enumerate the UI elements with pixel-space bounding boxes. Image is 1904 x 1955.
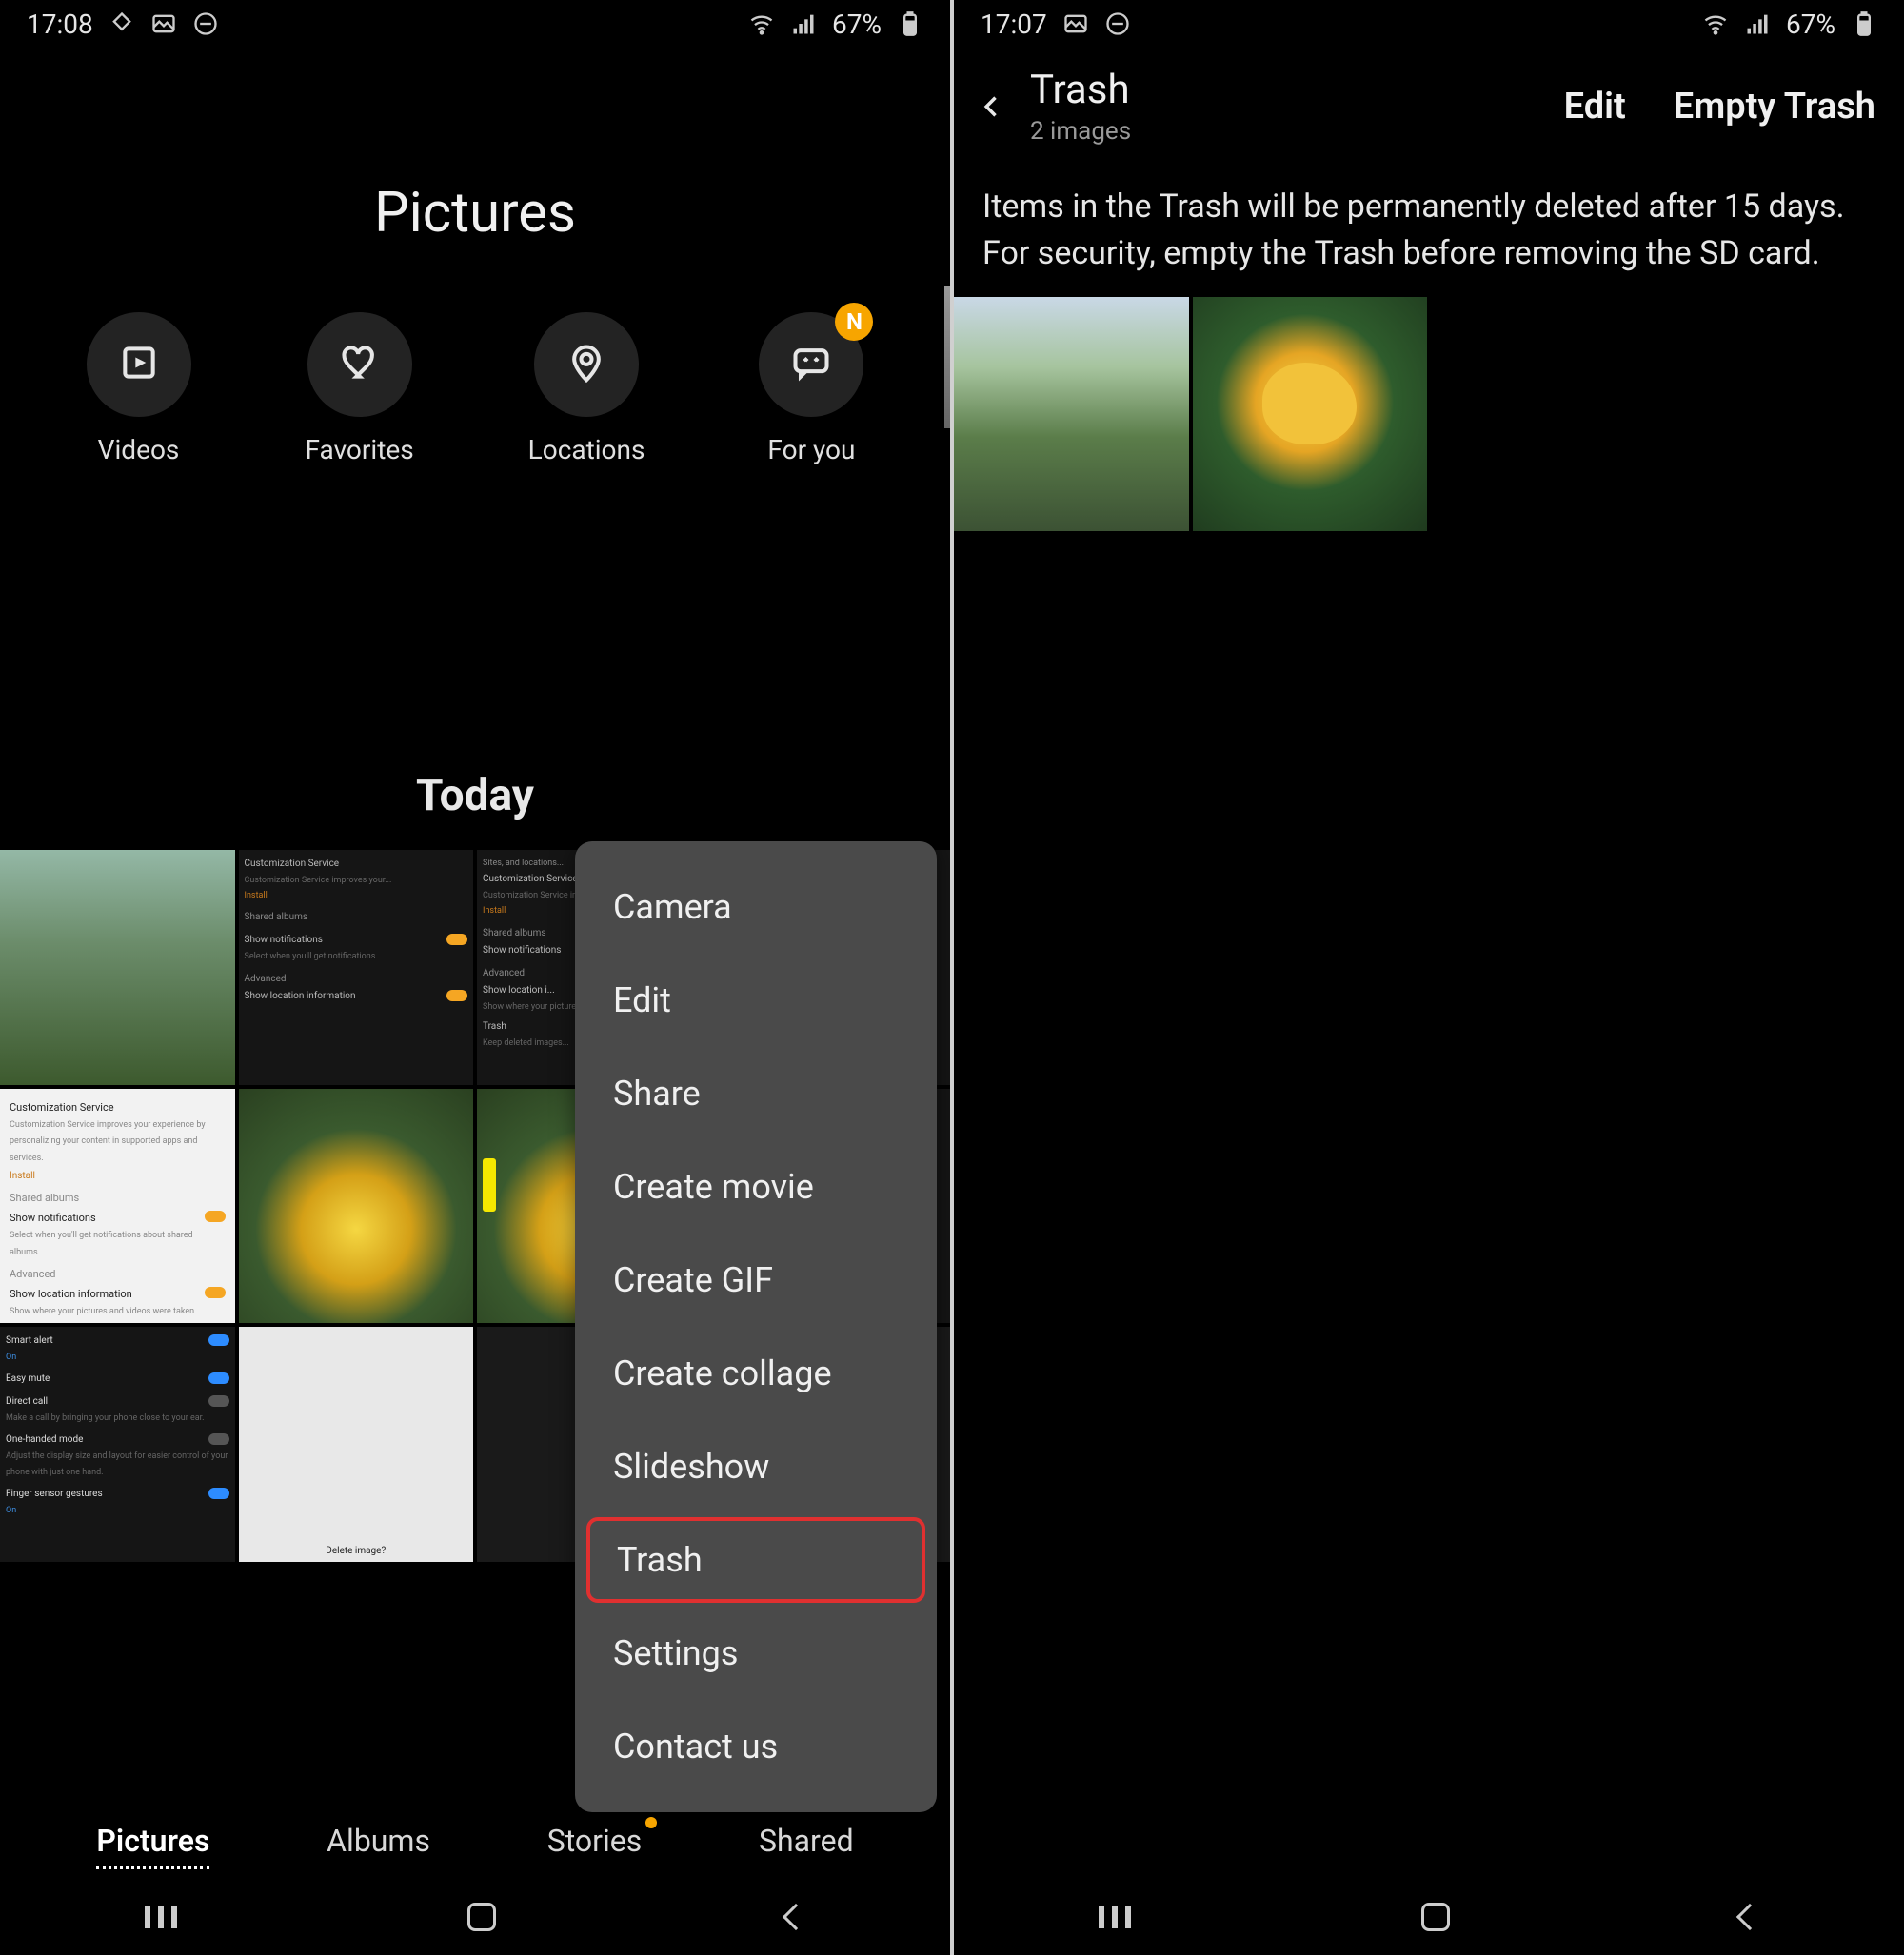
chip-locations[interactable]: Locations xyxy=(528,312,645,465)
menu-settings[interactable]: Settings xyxy=(575,1607,937,1700)
heart-icon xyxy=(339,342,381,387)
notification-dot-icon xyxy=(645,1817,657,1828)
trash-grid xyxy=(954,297,1904,532)
trash-info-text: Items in the Trash will be permanently d… xyxy=(954,155,1904,297)
system-nav-bar xyxy=(954,1879,1904,1955)
chip-favorites[interactable]: Favorites xyxy=(306,312,414,465)
clock: 17:07 xyxy=(981,9,1047,40)
edit-button[interactable]: Edit xyxy=(1564,86,1626,128)
recents-button[interactable] xyxy=(145,1906,177,1928)
trash-title: Trash xyxy=(1030,67,1131,113)
menu-share[interactable]: Share xyxy=(575,1047,937,1140)
left-screenshot: 17:08 67% Pictures xyxy=(0,0,950,1955)
play-square-icon xyxy=(118,342,160,387)
status-bar: 17:07 67% xyxy=(954,0,1904,48)
wifi-icon xyxy=(748,10,775,37)
back-button[interactable] xyxy=(782,1904,808,1930)
signal-icon xyxy=(1744,10,1771,37)
bottom-tabs: Pictures Albums Stories Shared xyxy=(0,1823,950,1869)
system-nav-bar xyxy=(0,1879,950,1955)
back-button[interactable] xyxy=(1735,1904,1762,1930)
menu-trash[interactable]: Trash xyxy=(586,1517,925,1603)
thumbnail[interactable] xyxy=(239,1089,474,1324)
right-screenshot: 17:07 67% Trash 2 image xyxy=(954,0,1904,1955)
recents-button[interactable] xyxy=(1099,1906,1131,1928)
wifi-icon xyxy=(1702,10,1729,37)
trash-thumbnail[interactable] xyxy=(1193,297,1428,532)
chip-for-you[interactable]: N For you xyxy=(759,312,863,465)
image-notif-icon xyxy=(150,10,177,37)
menu-create-movie[interactable]: Create movie xyxy=(575,1140,937,1234)
dnd-icon xyxy=(1104,10,1131,37)
trash-subtitle: 2 images xyxy=(1030,117,1131,146)
tab-pictures[interactable]: Pictures xyxy=(96,1823,209,1869)
thumbnail[interactable]: Smart alert On Easy mute Direct call Mak… xyxy=(0,1327,235,1562)
menu-contact-us[interactable]: Contact us xyxy=(575,1700,937,1793)
battery-percent: 67% xyxy=(832,9,882,40)
thumbnail[interactable] xyxy=(0,850,235,1085)
section-today: Today xyxy=(0,770,950,821)
tab-stories[interactable]: Stories xyxy=(547,1823,643,1869)
overflow-menu: Camera Edit Share Create movie Create GI… xyxy=(575,841,937,1812)
edge-panel-handle[interactable] xyxy=(944,286,950,428)
thumbnail[interactable]: Customization Service Customization Serv… xyxy=(239,850,474,1085)
battery-percent: 67% xyxy=(1786,9,1835,40)
dnd-icon xyxy=(192,10,219,37)
trash-header: Trash 2 images Edit Empty Trash xyxy=(954,48,1904,155)
status-bar: 17:08 67% xyxy=(0,0,950,48)
battery-icon xyxy=(1851,10,1877,37)
menu-edit[interactable]: Edit xyxy=(575,954,937,1047)
tab-albums[interactable]: Albums xyxy=(327,1823,430,1869)
clock: 17:08 xyxy=(27,9,93,40)
thumbnail[interactable]: Delete image? xyxy=(239,1327,474,1562)
category-chips-row: Videos Favorites Locations N xyxy=(0,312,950,465)
photos-sync-icon xyxy=(109,10,135,37)
empty-trash-button[interactable]: Empty Trash xyxy=(1674,86,1875,128)
home-button[interactable] xyxy=(467,1903,496,1931)
chip-videos[interactable]: Videos xyxy=(87,312,191,465)
thumbnail[interactable]: Customization Service Customization Serv… xyxy=(0,1089,235,1324)
signal-icon xyxy=(790,10,817,37)
menu-create-gif[interactable]: Create GIF xyxy=(575,1234,937,1327)
home-button[interactable] xyxy=(1421,1903,1450,1931)
page-title: Pictures xyxy=(0,181,950,246)
image-notif-icon xyxy=(1062,10,1089,37)
tab-shared[interactable]: Shared xyxy=(759,1823,854,1869)
chat-stars-icon xyxy=(790,342,832,387)
trash-thumbnail[interactable] xyxy=(954,297,1189,532)
new-badge: N xyxy=(835,303,873,341)
pin-icon xyxy=(565,342,607,387)
menu-create-collage[interactable]: Create collage xyxy=(575,1327,937,1420)
menu-slideshow[interactable]: Slideshow xyxy=(575,1420,937,1513)
menu-camera[interactable]: Camera xyxy=(575,860,937,954)
battery-icon xyxy=(897,10,923,37)
back-arrow-button[interactable] xyxy=(973,88,1011,126)
